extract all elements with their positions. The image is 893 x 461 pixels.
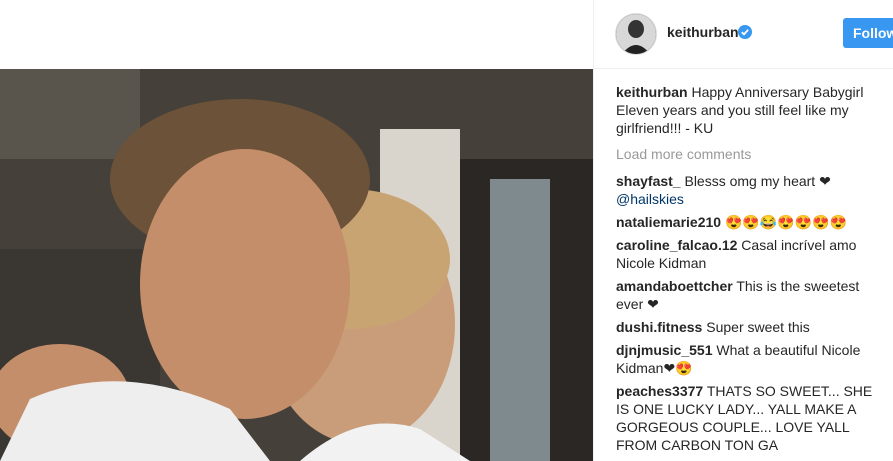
- post-username[interactable]: keithurban: [667, 24, 739, 40]
- post-photo[interactable]: [0, 69, 593, 461]
- divider: [593, 0, 594, 461]
- comment-item: peaches3377 THATS SO SWEET... SHE IS ONE…: [616, 382, 886, 454]
- comment-text: 😍😍😂😍😍😍😍: [724, 214, 847, 230]
- follow-button[interactable]: Follow: [843, 18, 893, 48]
- comment-item: shayfast_ Blesss omg my heart ❤ @hailski…: [616, 172, 886, 208]
- post-caption: keithurban Happy Anniversary Babygirl El…: [616, 83, 886, 137]
- comment-mention-link[interactable]: @hailskies: [616, 191, 684, 207]
- verified-badge-icon: [738, 25, 752, 39]
- comment-username[interactable]: nataliemarie210: [616, 214, 721, 230]
- comment-username[interactable]: amandaboettcher: [616, 278, 733, 294]
- comment-item: amandaboettcher This is the sweetest eve…: [616, 277, 886, 313]
- comment-item: nataliemarie210 😍😍😂😍😍😍😍: [616, 213, 886, 231]
- comment-username[interactable]: caroline_falcao.12: [616, 237, 737, 253]
- comment-username[interactable]: dushi.fitness: [616, 319, 702, 335]
- comment-item: dushi.fitness Super sweet this: [616, 318, 886, 336]
- profile-picture-icon: [616, 14, 656, 54]
- load-more-comments-link[interactable]: Load more comments: [616, 145, 886, 163]
- comment-text: Blesss omg my heart ❤: [684, 173, 831, 189]
- comments-section: keithurban Happy Anniversary Babygirl El…: [616, 83, 886, 459]
- comment-text: Super sweet this: [706, 319, 810, 335]
- comment-username[interactable]: shayfast_: [616, 173, 681, 189]
- comment-username[interactable]: peaches3377: [616, 383, 703, 399]
- post-header: keithurban Follow: [594, 0, 893, 69]
- avatar[interactable]: [616, 14, 656, 54]
- caption-username[interactable]: keithurban: [616, 84, 688, 100]
- comment-item: caroline_falcao.12 Casal incrível amo Ni…: [616, 236, 886, 272]
- comment-item: djnjmusic_551 What a beautiful Nicole Ki…: [616, 341, 886, 377]
- couple-selfie-image: [0, 69, 593, 461]
- comment-username[interactable]: djnjmusic_551: [616, 342, 713, 358]
